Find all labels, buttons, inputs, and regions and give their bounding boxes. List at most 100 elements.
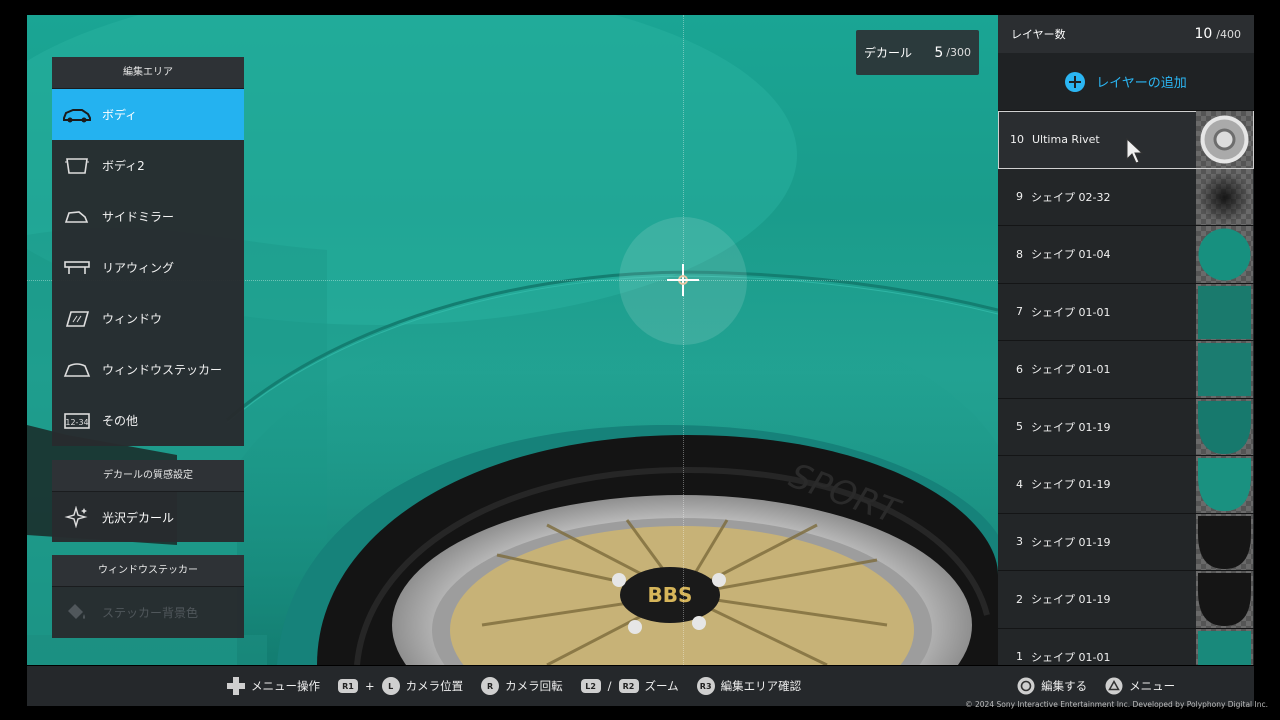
layer-row-7[interactable]: 7 シェイプ 01-01 [998, 283, 1254, 341]
area-item-label: ボディ [102, 108, 138, 122]
window-icon [62, 309, 92, 329]
sticker-bg-color-item: ステッカー背景色 [52, 587, 244, 637]
l2-button-icon: L2 [580, 679, 601, 693]
layer-row-5[interactable]: 5 シェイプ 01-19 [998, 398, 1254, 456]
hint-camera-position: R1 + L カメラ位置 [338, 677, 463, 695]
sticker-bg-color-label: ステッカー背景色 [102, 605, 199, 620]
layer-name: シェイプ 01-19 [1031, 535, 1111, 549]
car-body-icon [62, 105, 92, 125]
area-item-window[interactable]: ウィンドウ [52, 293, 244, 344]
slash-separator: / [607, 679, 612, 693]
car-body-2-icon [62, 156, 92, 176]
left-stick-icon: L [381, 677, 400, 695]
area-item-label: その他 [102, 414, 139, 428]
layer-thumbnail [1196, 168, 1253, 225]
plus-separator: + [365, 679, 375, 693]
gloss-decal-label: 光沢デカール [102, 510, 175, 525]
edit-area-title: 編集エリア [52, 57, 244, 89]
area-item-window-sticker[interactable]: ウィンドウステッカー [52, 344, 244, 395]
crosshair-cursor [667, 264, 699, 296]
layer-row-3[interactable]: 3 シェイプ 01-19 [998, 513, 1254, 571]
area-item-label: リアウィング [102, 261, 175, 275]
edit-area-panel: 編集エリア ボディ ボディ2 サイドミラー リアウィング ウィンドウ ウィンドウ [52, 57, 244, 446]
wheel-logo: BBS [648, 583, 693, 607]
vertical-guide [683, 15, 684, 665]
layer-thumbnail [1196, 283, 1253, 340]
layer-number: 7 [1016, 305, 1023, 319]
area-item-other[interactable]: 12-34 その他 [52, 395, 244, 446]
decal-count: 5 [934, 44, 944, 61]
area-item-label: サイドミラー [102, 210, 175, 224]
gloss-decal-item[interactable]: 光沢デカール [52, 492, 244, 542]
layer-row-9[interactable]: 9 シェイプ 02-32 [998, 168, 1254, 226]
area-item-body[interactable]: ボディ [52, 89, 244, 140]
hint-edit[interactable]: 編集する [1017, 677, 1087, 695]
layer-number: 8 [1016, 247, 1023, 261]
layer-name: シェイプ 01-01 [1031, 363, 1111, 377]
right-stick-icon: R [481, 677, 500, 695]
other-icon: 12-34 [62, 411, 92, 431]
layer-count-max: /400 [1216, 27, 1241, 41]
window-sticker-icon [62, 360, 92, 380]
layer-number: 2 [1016, 592, 1023, 606]
layer-name: シェイプ 01-19 [1031, 593, 1111, 607]
hint-menu[interactable]: メニュー [1105, 677, 1175, 695]
sparkle-icon [64, 506, 88, 528]
layer-name: シェイプ 01-19 [1031, 420, 1111, 434]
decal-counter-label: デカール [864, 46, 913, 60]
decal-max: /300 [946, 46, 971, 59]
area-item-body-2[interactable]: ボディ2 [52, 140, 244, 191]
layer-thumbnail [1196, 628, 1253, 665]
svg-text:12-34: 12-34 [65, 418, 88, 427]
r3-button-icon: R3 [696, 677, 715, 695]
layer-number: 9 [1016, 190, 1023, 204]
hint-edit-area-confirm: R3 編集エリア確認 [696, 677, 801, 695]
layer-count: レイヤー数 10 /400 [998, 15, 1254, 53]
add-layer-button[interactable]: レイヤーの追加 [998, 53, 1254, 111]
window-sticker-title: ウィンドウステッカー [52, 555, 244, 587]
layer-number: 5 [1016, 420, 1023, 434]
layer-row-2[interactable]: 2 シェイプ 01-19 [998, 571, 1254, 629]
layer-name: Ultima Rivet [1032, 132, 1100, 146]
area-item-side-mirror[interactable]: サイドミラー [52, 191, 244, 242]
layer-thumbnail [1196, 111, 1253, 168]
circle-button-icon [1017, 677, 1035, 695]
layer-number: 4 [1016, 477, 1023, 491]
layer-thumbnail [1196, 398, 1253, 455]
layer-thumbnail [1196, 456, 1253, 513]
layer-name: シェイプ 01-01 [1031, 305, 1111, 319]
area-item-label: ウィンドウステッカー [102, 363, 223, 377]
layer-thumbnail [1196, 571, 1253, 628]
plus-icon [1065, 71, 1086, 92]
side-mirror-icon [62, 207, 92, 227]
layer-row-6[interactable]: 6 シェイプ 01-01 [998, 341, 1254, 399]
rear-wing-icon [62, 258, 92, 278]
hint-edit-label: 編集する [1041, 679, 1088, 693]
layer-row-8[interactable]: 8 シェイプ 01-04 [998, 226, 1254, 284]
hint-zoom-label: ズーム [644, 679, 679, 693]
copyright-notice: © 2024 Sony Interactive Entertainment In… [965, 700, 1268, 709]
area-item-label: ウィンドウ [102, 312, 163, 326]
layer-row-4[interactable]: 4 シェイプ 01-19 [998, 456, 1254, 514]
layer-row-1[interactable]: 1 シェイプ 01-01 [998, 628, 1254, 665]
decal-material-panel: デカールの質感設定 光沢デカール [52, 460, 244, 542]
add-layer-label: レイヤーの追加 [1096, 76, 1187, 91]
r1-button-icon: R1 [338, 679, 358, 693]
triangle-button-icon [1105, 677, 1123, 695]
layer-count-current: 10 [1194, 26, 1213, 42]
hint-menu-label: メニュー [1129, 679, 1176, 693]
layer-name: シェイプ 01-19 [1031, 478, 1111, 492]
hint-camera-rotation-label: カメラ回転 [505, 679, 563, 693]
layer-panel: レイヤー数 10 /400 レイヤーの追加 10 Ultima Rivet 9 シェ… [998, 15, 1254, 665]
layer-number: 3 [1016, 535, 1023, 549]
area-item-rear-wing[interactable]: リアウィング [52, 242, 244, 293]
layer-number: 10 [1010, 132, 1024, 146]
hint-camera-position-label: カメラ位置 [405, 679, 464, 693]
layer-thumbnail [1196, 226, 1253, 283]
pointer-cursor-icon [1126, 138, 1144, 164]
r2-button-icon: R2 [618, 679, 639, 693]
layer-number: 1 [1016, 650, 1023, 664]
layer-number: 6 [1016, 362, 1023, 376]
hint-camera-rotation: R カメラ回転 [481, 677, 563, 695]
dpad-icon [227, 677, 245, 695]
